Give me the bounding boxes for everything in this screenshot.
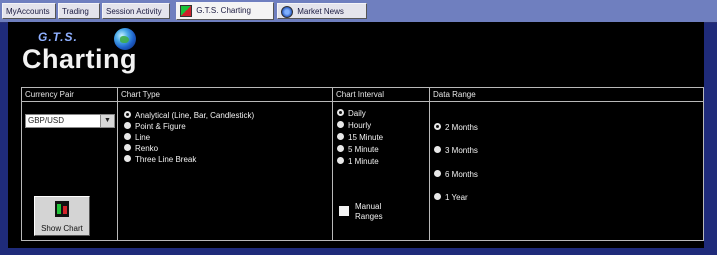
radio-button[interactable] <box>124 111 131 119</box>
currency-pair-value: GBP/USD <box>28 116 65 125</box>
data-range-header: Data Range <box>430 88 704 102</box>
option-label: 15 Minute <box>348 133 384 142</box>
radio-button[interactable] <box>337 157 344 165</box>
option-label: Three Line Break <box>135 155 197 164</box>
chart-type-option-renko[interactable]: Renko <box>124 144 158 154</box>
manual-ranges-label-line2: Ranges <box>355 212 383 221</box>
logo-title: Charting <box>22 44 137 74</box>
range-option-2-months[interactable]: 2 Months <box>434 123 478 133</box>
option-label: 5 Minute <box>348 145 379 154</box>
radio-button[interactable] <box>434 146 441 154</box>
radio-button[interactable] <box>434 193 441 201</box>
tab-label: MyAccounts <box>6 7 50 16</box>
tab-label: Market News <box>297 7 344 16</box>
interval-option-15-minute[interactable]: 15 Minute <box>337 133 383 143</box>
chevron-down-icon[interactable]: ▼ <box>100 115 114 127</box>
interval-option-1-minute[interactable]: 1 Minute <box>337 157 379 167</box>
charting-panel: G.T.S. Charting Currency Pair GBP/USD ▼ … <box>8 22 704 248</box>
radio-button[interactable] <box>124 122 131 130</box>
currency-pair-select[interactable]: GBP/USD ▼ <box>25 114 115 128</box>
tab-myaccounts[interactable]: MyAccounts <box>2 3 56 19</box>
tab-session-activity[interactable]: Session Activity <box>102 3 170 19</box>
option-label: Daily <box>348 109 366 118</box>
show-chart-label: Show Chart <box>41 224 83 233</box>
interval-option-5-minute[interactable]: 5 Minute <box>337 145 379 155</box>
interval-option-daily[interactable]: Daily <box>337 109 366 119</box>
tab-label: G.T.S. Charting <box>196 6 251 15</box>
interval-option-hourly[interactable]: Hourly <box>337 121 371 131</box>
globe-icon <box>281 5 293 18</box>
chart-type-column: Chart Type Analytical (Line, Bar, Candle… <box>118 88 333 240</box>
chart-icon <box>55 201 69 217</box>
radio-button[interactable] <box>337 109 344 117</box>
chart-type-option-analytical[interactable]: Analytical (Line, Bar, Candlestick) <box>124 111 254 121</box>
option-label: 6 Months <box>445 170 478 179</box>
radio-button[interactable] <box>124 133 131 141</box>
chart-type-option-point-figure[interactable]: Point & Figure <box>124 122 186 132</box>
tab-label: Trading <box>62 7 89 16</box>
currency-pair-header: Currency Pair <box>22 88 117 102</box>
option-label: Point & Figure <box>135 122 186 131</box>
logo-small-text: G.T.S. <box>38 30 78 44</box>
radio-button[interactable] <box>124 144 131 152</box>
tab-label: Session Activity <box>106 7 162 16</box>
currency-pair-column: Currency Pair GBP/USD ▼ Show Chart <box>22 88 118 240</box>
option-label: 1 Year <box>445 193 468 202</box>
manual-ranges-label: Manual Ranges <box>355 202 383 222</box>
chart-type-header: Chart Type <box>118 88 332 102</box>
range-option-3-months[interactable]: 3 Months <box>434 146 478 156</box>
radio-button[interactable] <box>124 155 131 163</box>
tab-bar: MyAccounts Trading Session Activity G.T.… <box>0 0 717 23</box>
option-label: 2 Months <box>445 123 478 132</box>
radio-button[interactable] <box>434 170 441 178</box>
manual-ranges-label-line1: Manual <box>355 202 382 211</box>
tab-market-news[interactable]: Market News <box>277 3 367 19</box>
chart-interval-header: Chart Interval <box>333 88 429 102</box>
range-option-6-months[interactable]: 6 Months <box>434 170 478 180</box>
tab-gts-charting[interactable]: G.T.S. Charting <box>176 2 274 20</box>
option-label: 3 Months <box>445 146 478 155</box>
radio-button[interactable] <box>337 145 344 153</box>
options-frame: Currency Pair GBP/USD ▼ Show Chart Chart… <box>21 87 704 241</box>
tab-trading[interactable]: Trading <box>58 3 100 19</box>
option-label: Hourly <box>348 121 372 130</box>
chart-icon <box>180 4 192 17</box>
option-label: Analytical (Line, Bar, Candlestick) <box>135 111 255 120</box>
chart-interval-column: Chart Interval Daily Hourly 15 Minute 5 … <box>333 88 430 240</box>
show-chart-button[interactable]: Show Chart <box>34 196 90 236</box>
chart-type-option-line[interactable]: Line <box>124 133 150 143</box>
option-label: Line <box>135 133 151 142</box>
range-option-1-year[interactable]: 1 Year <box>434 193 468 203</box>
chart-type-option-three-line-break[interactable]: Three Line Break <box>124 155 196 165</box>
manual-ranges-checkbox[interactable] <box>339 206 349 216</box>
option-label: Renko <box>135 144 159 153</box>
radio-button[interactable] <box>337 121 344 129</box>
radio-button[interactable] <box>434 123 441 131</box>
option-label: 1 Minute <box>348 157 379 166</box>
data-range-column: Data Range 2 Months 3 Months 6 Months 1 … <box>430 88 704 240</box>
radio-button[interactable] <box>337 133 344 141</box>
